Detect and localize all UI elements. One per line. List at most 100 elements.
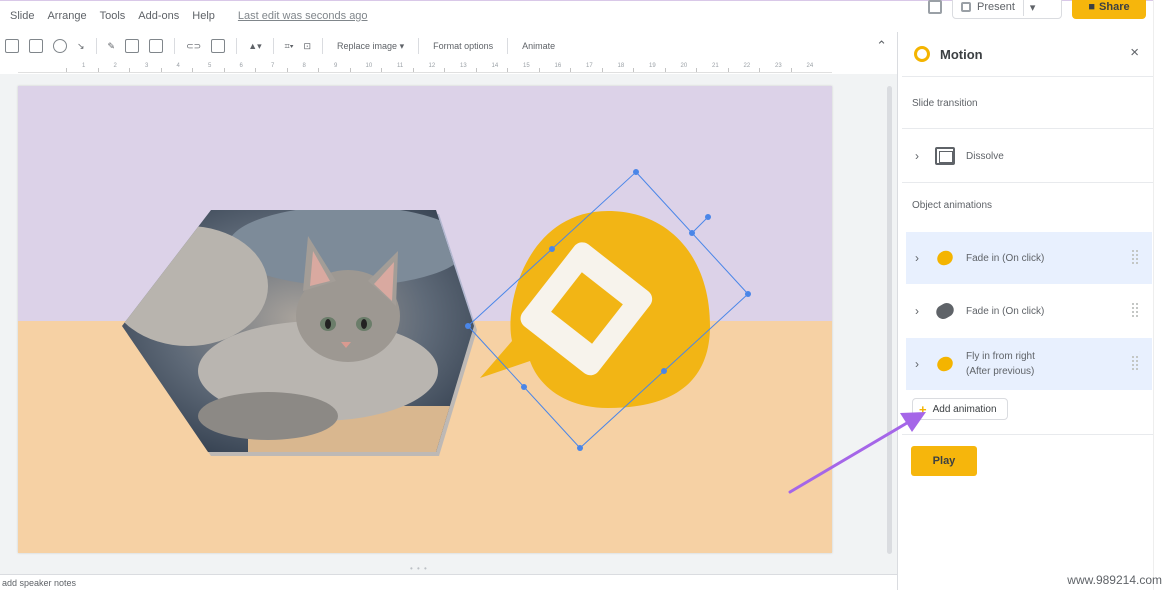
drag-handle-icon[interactable] bbox=[1132, 356, 1138, 370]
ruler-tick-mark bbox=[727, 68, 729, 72]
notes-resize-handle[interactable]: • • • bbox=[410, 564, 428, 573]
add-animation-label: Add animation bbox=[932, 403, 997, 415]
object-animations-heading: Object animations bbox=[912, 200, 993, 211]
ruler-tick-mark bbox=[160, 68, 162, 72]
ruler-tick-label: 18 bbox=[617, 63, 625, 69]
ruler-tick-label: 21 bbox=[712, 63, 719, 69]
menu-slide[interactable]: Slide bbox=[10, 10, 34, 22]
toolbar-divider bbox=[236, 38, 238, 54]
animation-effect: Fly in from right bbox=[966, 351, 1035, 362]
menu-addons[interactable]: Add-ons bbox=[138, 10, 179, 22]
plus-icon: + bbox=[919, 401, 927, 417]
menu-arrange[interactable]: Arrange bbox=[47, 10, 86, 22]
animate-button[interactable]: Animate bbox=[522, 41, 555, 51]
chevron-right-icon[interactable]: › bbox=[906, 357, 928, 371]
ruler-tick-label: 5 bbox=[208, 63, 212, 69]
animation-label: Fade in (On click) bbox=[966, 305, 1045, 317]
panel-divider bbox=[902, 128, 1154, 129]
chevron-right-icon[interactable]: › bbox=[906, 304, 928, 318]
ruler-tick-label: 4 bbox=[176, 63, 180, 69]
ruler-tick-label: 14 bbox=[491, 63, 499, 69]
layout-icon[interactable] bbox=[149, 39, 164, 53]
comment-add-icon[interactable] bbox=[211, 39, 226, 53]
close-icon[interactable]: × bbox=[1130, 44, 1139, 61]
transition-row[interactable]: › Dissolve bbox=[906, 130, 1152, 182]
ruler-tick-mark bbox=[381, 68, 383, 72]
cat-photo[interactable] bbox=[108, 206, 478, 456]
slide-transition-heading: Slide transition bbox=[912, 98, 978, 109]
ruler-tick-mark bbox=[475, 68, 477, 72]
present-divider bbox=[1022, 0, 1024, 16]
animation-item[interactable]: › Fade in (On click) bbox=[906, 285, 1152, 337]
chevron-down-icon[interactable]: ▾ bbox=[1030, 1, 1036, 14]
animation-object-icon bbox=[933, 300, 957, 322]
motion-panel: Motion × Slide transition › Dissolve Obj… bbox=[897, 32, 1154, 590]
play-button[interactable]: Play bbox=[911, 446, 977, 476]
ruler-tick-mark bbox=[66, 68, 68, 72]
crop-icon[interactable]: ⌗▾ bbox=[285, 41, 294, 52]
ruler-tick-label: 13 bbox=[460, 63, 467, 69]
ruler-tick-mark bbox=[412, 68, 414, 72]
panel-divider bbox=[902, 434, 1154, 435]
add-animation-button[interactable]: + Add animation bbox=[912, 398, 1008, 420]
animation-label: Fade in (On click) bbox=[966, 252, 1045, 264]
ruler-tick-label: 24 bbox=[806, 63, 814, 69]
line-icon[interactable]: ↘ bbox=[77, 41, 85, 52]
ruler-tick-label: 19 bbox=[649, 63, 656, 69]
table-icon[interactable] bbox=[125, 39, 140, 53]
animation-item[interactable]: › Fly in from right (After previous) bbox=[906, 338, 1152, 390]
format-options-button[interactable]: Format options bbox=[433, 41, 493, 51]
speaker-notes[interactable]: add speaker notes bbox=[0, 574, 897, 590]
ruler-tick-mark bbox=[255, 68, 257, 72]
replace-image-button[interactable]: Replace image ▾ bbox=[337, 41, 404, 52]
animation-timing: (After previous) bbox=[966, 366, 1035, 377]
drag-handle-icon[interactable] bbox=[1132, 303, 1138, 317]
panel-title: Motion bbox=[940, 46, 983, 62]
ruler-tick-label: 20 bbox=[680, 63, 688, 69]
border-color-icon[interactable]: ▲▾ bbox=[248, 41, 261, 52]
ruler-tick-mark bbox=[444, 68, 446, 72]
toolbar-divider bbox=[95, 38, 97, 54]
image-icon[interactable] bbox=[29, 39, 43, 53]
lock-icon: ■ bbox=[1088, 1, 1096, 13]
toolbar-divider bbox=[418, 38, 420, 54]
ruler-tick-label: 12 bbox=[428, 63, 436, 69]
chevron-right-icon[interactable]: › bbox=[906, 251, 928, 265]
ruler-tick-label: 22 bbox=[743, 63, 751, 69]
last-edit-link[interactable]: Last edit was seconds ago bbox=[238, 10, 368, 22]
animation-item[interactable]: › Fade in (On click) bbox=[906, 232, 1152, 284]
present-icon bbox=[961, 2, 971, 12]
toolbar-divider bbox=[272, 38, 274, 54]
ruler-tick-label: 6 bbox=[239, 63, 243, 69]
ruler-tick-mark bbox=[664, 68, 666, 72]
collapse-toolbar-icon[interactable]: ⌃ bbox=[876, 38, 887, 54]
ruler-tick-label: 9 bbox=[334, 63, 338, 69]
shape-icon[interactable] bbox=[53, 39, 67, 53]
ruler-tick-mark bbox=[538, 68, 540, 72]
toolbar-divider bbox=[322, 38, 324, 54]
menu-tools[interactable]: Tools bbox=[100, 10, 126, 22]
share-label: Share bbox=[1099, 1, 1130, 13]
ruler-tick-label: 3 bbox=[145, 63, 149, 69]
slide-canvas[interactable] bbox=[18, 86, 832, 553]
present-label: Present bbox=[977, 1, 1015, 13]
menu-help[interactable]: Help bbox=[192, 10, 215, 22]
ruler-tick-label: 23 bbox=[775, 63, 782, 69]
drag-handle-icon[interactable] bbox=[1132, 250, 1138, 264]
ruler-tick-label: 17 bbox=[586, 63, 593, 69]
new-slide-icon[interactable] bbox=[5, 39, 19, 53]
vertical-scrollbar[interactable] bbox=[887, 86, 892, 554]
share-button[interactable]: ■ Share bbox=[1072, 0, 1146, 19]
ruler-tick-label: 7 bbox=[271, 63, 275, 69]
side-panel-edge bbox=[1153, 0, 1170, 590]
toolbar-divider bbox=[174, 38, 176, 54]
slide-objects bbox=[108, 169, 751, 456]
chevron-right-icon[interactable]: › bbox=[906, 149, 928, 163]
link-icon[interactable]: ⊂⊃ bbox=[186, 41, 201, 52]
present-button[interactable]: Present ▾ bbox=[952, 0, 1062, 19]
pen-icon[interactable]: ✎ bbox=[108, 41, 116, 52]
menu-items: Slide Arrange Tools Add-ons Help Last ed… bbox=[10, 10, 368, 22]
mask-icon[interactable]: ⊡ bbox=[303, 41, 311, 52]
transition-icon bbox=[934, 147, 956, 165]
comment-icon[interactable] bbox=[928, 0, 942, 14]
